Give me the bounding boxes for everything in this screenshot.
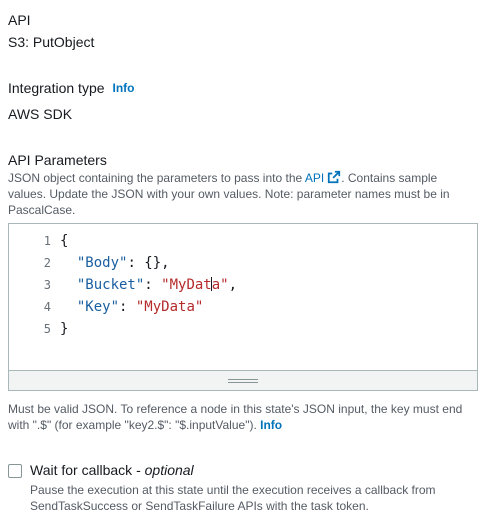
brace-open: { bbox=[60, 233, 69, 249]
json-string-part: a" bbox=[211, 277, 229, 293]
callback-optional: optional bbox=[144, 462, 194, 478]
api-parameters-label: API Parameters bbox=[8, 152, 107, 168]
callback-description: Pause the execution at this state until … bbox=[30, 483, 436, 512]
code-line[interactable]: { bbox=[60, 230, 237, 252]
json-note-info-link[interactable]: Info bbox=[260, 418, 282, 432]
json-validation-note: Must be valid JSON. To reference a node … bbox=[8, 401, 478, 433]
json-note-text: Must be valid JSON. To reference a node … bbox=[8, 402, 463, 432]
json-string-part: "MyDat bbox=[161, 277, 212, 293]
params-desc-before: JSON object containing the parameters to… bbox=[8, 171, 305, 185]
api-label: API bbox=[8, 12, 31, 28]
task-config-panel: API S3: PutObject Integration type Info … bbox=[0, 0, 490, 512]
api-docs-link-label: API bbox=[304, 171, 325, 185]
integration-type-value: AWS SDK bbox=[8, 106, 73, 122]
integration-type-label: Integration type bbox=[8, 80, 105, 96]
code-line[interactable]: "Body": {}, bbox=[60, 252, 237, 274]
wait-for-callback-checkbox[interactable] bbox=[8, 464, 22, 478]
integration-info-link[interactable]: Info bbox=[113, 81, 135, 95]
json-punct: : {}, bbox=[127, 255, 170, 271]
line-number: 1 bbox=[43, 234, 51, 248]
code-lines[interactable]: { "Body": {}, "Bucket": "MyData", "Key":… bbox=[60, 230, 237, 340]
line-number: 5 bbox=[43, 322, 51, 336]
api-value: S3: PutObject bbox=[8, 34, 95, 50]
line-number-gutter: 1 2 3 4 5 bbox=[9, 230, 51, 340]
integration-type-header: Integration type Info bbox=[8, 80, 135, 96]
json-code-editor[interactable]: 1 2 3 4 5 { "Body": {}, "Bucket": "MyDat… bbox=[8, 223, 478, 391]
brace-close: } bbox=[60, 321, 69, 337]
json-punct: : bbox=[119, 299, 136, 315]
line-number: 2 bbox=[43, 256, 51, 270]
code-line[interactable]: "Bucket": "MyData", bbox=[60, 274, 237, 296]
json-key: "Body" bbox=[76, 255, 128, 271]
wait-for-callback-option[interactable]: Wait for callback - optional Pause the e… bbox=[8, 462, 480, 512]
json-punct: : bbox=[144, 277, 162, 293]
json-punct: , bbox=[228, 277, 238, 293]
code-line[interactable]: } bbox=[60, 318, 237, 340]
grip-icon bbox=[228, 377, 258, 385]
line-number: 3 bbox=[43, 278, 51, 292]
api-parameters-description: JSON object containing the parameters to… bbox=[8, 170, 478, 218]
code-line[interactable]: "Key": "MyData" bbox=[60, 296, 237, 318]
json-key: "Bucket" bbox=[76, 277, 145, 293]
editor-resize-handle[interactable] bbox=[9, 370, 477, 390]
external-link-icon bbox=[328, 170, 341, 184]
callback-title[interactable]: Wait for callback - optional bbox=[30, 462, 480, 478]
json-string: "MyData" bbox=[135, 299, 204, 315]
code-area[interactable]: 1 2 3 4 5 { "Body": {}, "Bucket": "MyDat… bbox=[9, 224, 477, 372]
line-number: 4 bbox=[43, 300, 51, 314]
callback-text: Wait for callback - optional Pause the e… bbox=[30, 462, 480, 512]
callback-title-text: Wait for callback - bbox=[30, 462, 145, 478]
json-key: "Key" bbox=[76, 299, 120, 315]
api-docs-link[interactable]: API bbox=[304, 170, 341, 185]
